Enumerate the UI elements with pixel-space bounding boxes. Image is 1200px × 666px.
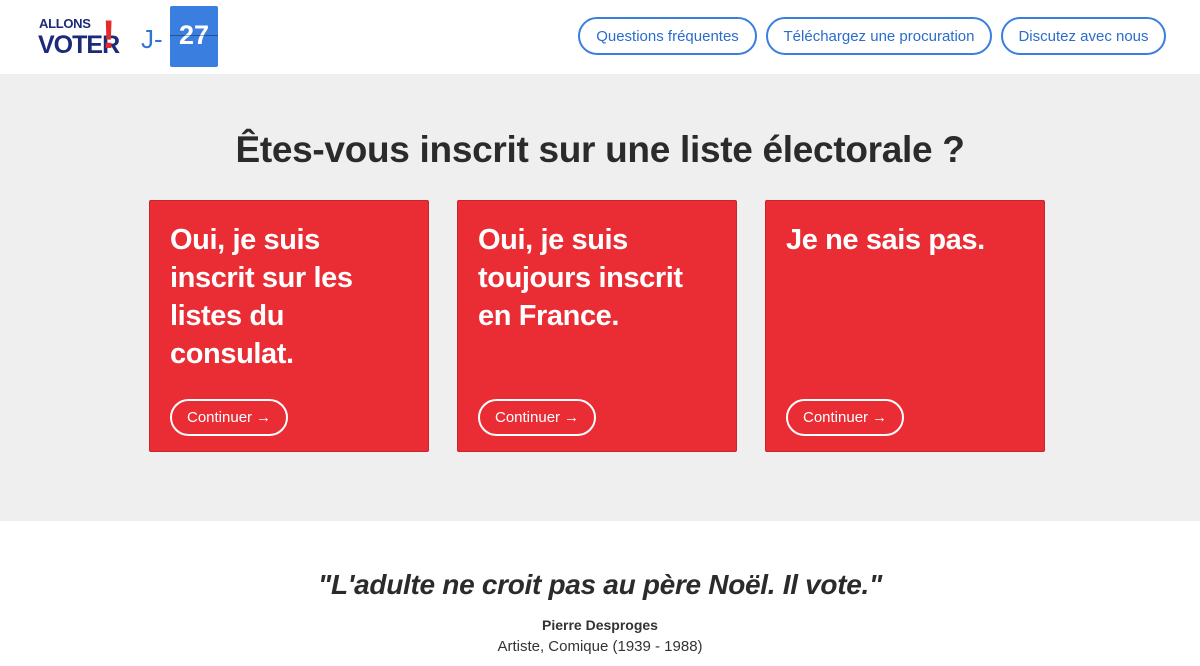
continue-label: Continuer bbox=[495, 409, 561, 426]
continue-button[interactable]: Continuer → bbox=[786, 399, 905, 436]
allons-voter-logo[interactable]: ALLONS VOTER ! bbox=[38, 13, 120, 60]
arrow-right-icon: → bbox=[256, 409, 272, 426]
page-title: Êtes-vous inscrit sur une liste électora… bbox=[235, 129, 965, 170]
chat-button[interactable]: Discutez avec nous bbox=[1001, 17, 1166, 55]
option-text: Je ne sais pas. bbox=[786, 224, 985, 256]
registration-question-section: Êtes-vous inscrit sur une liste électora… bbox=[0, 74, 1200, 521]
quote-text: "L'adulte ne croit pas au père Noël. Il … bbox=[318, 569, 882, 600]
quote-section: "L'adulte ne croit pas au père Noël. Il … bbox=[0, 521, 1200, 666]
continue-label: Continuer bbox=[187, 409, 253, 426]
countdown-flip-card: 27 bbox=[170, 6, 218, 67]
option-card-consulate[interactable]: Oui, je suis inscrit sur les listes du c… bbox=[149, 200, 429, 452]
continue-label: Continuer bbox=[803, 409, 869, 426]
quote-author-role: Artiste, Comique (1939 - 1988) bbox=[497, 638, 703, 655]
option-card-unknown[interactable]: Je ne sais pas. Continuer → bbox=[765, 200, 1045, 452]
quote-author: Pierre Desproges bbox=[542, 617, 658, 633]
option-card-france[interactable]: Oui, je suis toujours inscrit en France.… bbox=[457, 200, 737, 452]
continue-button[interactable]: Continuer → bbox=[478, 399, 597, 436]
countdown-days: 27 bbox=[178, 20, 210, 50]
option-text: Oui, je suis toujours inscrit en France. bbox=[478, 224, 683, 332]
countdown-prefix: J- bbox=[141, 24, 163, 54]
logo-line-1: ALLONS bbox=[39, 16, 91, 31]
continue-button[interactable]: Continuer → bbox=[170, 399, 289, 436]
logo-mark: ! bbox=[102, 13, 116, 57]
faq-button[interactable]: Questions fréquentes bbox=[578, 17, 757, 55]
site-header: ALLONS VOTER ! J- 27 Questions fréquente… bbox=[0, 0, 1200, 74]
arrow-right-icon: → bbox=[872, 409, 888, 426]
option-text: Oui, je suis inscrit sur les listes du c… bbox=[170, 224, 353, 370]
download-proxy-button[interactable]: Téléchargez une procuration bbox=[766, 17, 992, 55]
arrow-right-icon: → bbox=[564, 409, 580, 426]
